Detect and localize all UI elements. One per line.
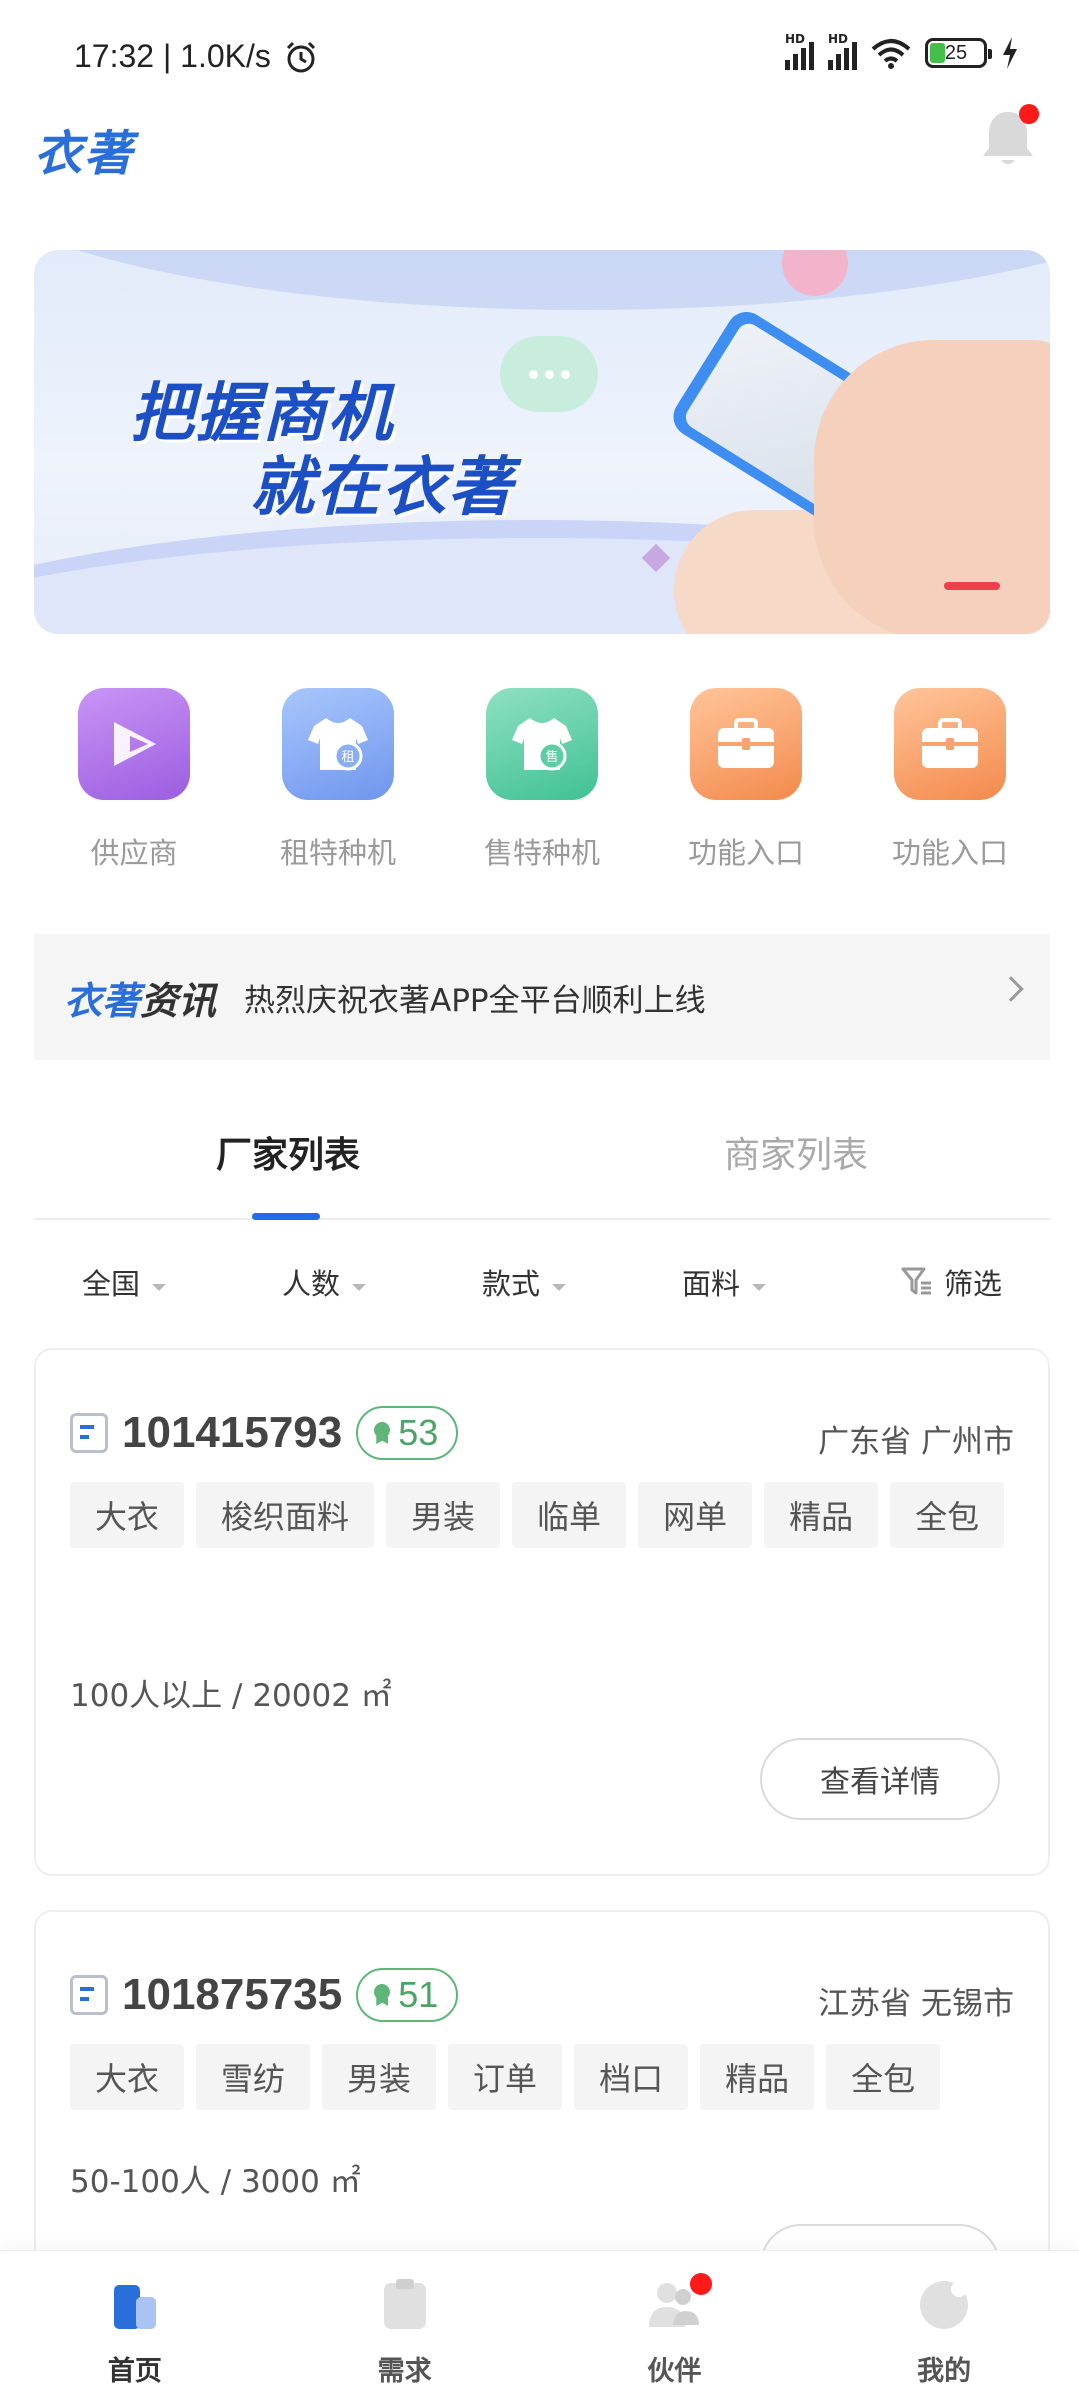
tag: 梭织面料 xyxy=(196,1482,375,1548)
battery-icon: 25 xyxy=(925,38,992,68)
chat-bubble-icon xyxy=(500,336,598,412)
briefcase-icon xyxy=(894,688,1006,800)
factory-card[interactable]: 101415793 53 广东省 广州市 大衣 梭织面料 男装 临单 网单 精品… xyxy=(34,1348,1050,1876)
notification-dot xyxy=(689,2273,712,2295)
home-icon xyxy=(106,2275,164,2333)
document-icon xyxy=(70,1413,108,1453)
tab-merchant-list[interactable]: 商家列表 xyxy=(542,1090,1050,1218)
nav-partner[interactable]: 伙伴 xyxy=(540,2251,810,2399)
tag: 大衣 xyxy=(70,2044,185,2110)
news-brand: 衣著资讯 xyxy=(64,978,217,1023)
tag-list: 大衣 雪纺 男装 订单 档口 精品 全包 xyxy=(70,2044,1010,2110)
profile-icon xyxy=(915,2275,973,2333)
tag: 雪纺 xyxy=(196,2044,311,2110)
shirt-sale-icon: 售 xyxy=(486,688,598,800)
news-ticker[interactable]: 衣著资讯 热烈庆祝衣著APP全平台顺利上线 xyxy=(34,934,1050,1060)
play-icon xyxy=(78,688,190,800)
wifi-icon xyxy=(871,39,911,69)
score-badge: 53 xyxy=(356,1406,459,1460)
tag: 全包 xyxy=(826,2044,941,2110)
status-time: 17:32 | 1.0K/s xyxy=(74,38,271,74)
filter-region[interactable]: 全国 xyxy=(34,1261,234,1303)
tag-list: 大衣 梭织面料 男装 临单 网单 精品 全包 xyxy=(70,1482,1010,1548)
promo-banner[interactable]: 把握商机 就在衣著 xyxy=(34,250,1050,634)
tag: 订单 xyxy=(448,2044,563,2110)
caret-down-icon xyxy=(152,1283,167,1291)
status-bar: 17:32 | 1.0K/s HD HD 25 xyxy=(0,0,1079,100)
filter-style[interactable]: 款式 xyxy=(434,1261,634,1303)
funnel-icon xyxy=(901,1267,931,1295)
notification-dot xyxy=(1019,104,1039,124)
quick-item-rent-machine[interactable]: 租 租特种机 xyxy=(238,688,438,888)
tag: 档口 xyxy=(574,2044,689,2110)
caret-down-icon xyxy=(352,1283,367,1291)
nav-profile[interactable]: 我的 xyxy=(809,2251,1079,2399)
score-badge: 51 xyxy=(356,1968,459,2022)
factory-id: 101875735 xyxy=(122,1970,343,2019)
svg-text:售: 售 xyxy=(545,749,558,765)
shirt-rent-icon: 租 xyxy=(282,688,394,800)
tag: 男装 xyxy=(322,2044,437,2110)
filter-bar: 全国 人数 款式 面料 筛选 xyxy=(34,1246,1050,1318)
tab-factory-list[interactable]: 厂家列表 xyxy=(34,1090,542,1220)
tag: 网单 xyxy=(638,1482,753,1548)
banner-title-line2: 就在衣著 xyxy=(250,451,514,525)
tag: 大衣 xyxy=(70,1482,185,1548)
news-headline: 热烈庆祝衣著APP全平台顺利上线 xyxy=(244,982,706,1019)
nav-demand[interactable]: 需求 xyxy=(270,2251,540,2399)
tag: 全包 xyxy=(890,1482,1005,1548)
quick-item-function-2[interactable]: 功能入口 xyxy=(850,688,1050,888)
factory-info: 50-100人 / 3000 ㎡ xyxy=(70,2164,361,2200)
document-icon xyxy=(70,1975,108,2015)
charging-icon xyxy=(1003,37,1017,69)
quick-item-function-1[interactable]: 功能入口 xyxy=(646,688,846,888)
quick-item-sell-machine[interactable]: 售 售特种机 xyxy=(442,688,642,888)
view-details-button[interactable]: 查看详情 xyxy=(760,1738,1000,1820)
caret-down-icon xyxy=(752,1283,767,1291)
factory-location: 江苏省 无锡市 xyxy=(818,1986,1014,2022)
svg-text:租: 租 xyxy=(341,750,354,765)
tag: 男装 xyxy=(386,1482,501,1548)
tag: 精品 xyxy=(700,2044,815,2110)
factory-id: 101415793 xyxy=(122,1408,343,1457)
app-logo: 衣著 xyxy=(34,126,135,182)
list-tabs: 厂家列表 商家列表 xyxy=(34,1090,1050,1220)
medal-icon xyxy=(372,1984,392,2006)
filter-fabric[interactable]: 面料 xyxy=(634,1261,834,1303)
bottom-nav: 首页 需求 伙伴 我的 xyxy=(0,2250,1079,2399)
quick-actions: 供应商 租 租特种机 售 售特种机 功能入口 功能入口 xyxy=(34,688,1050,888)
factory-info: 100人以上 / 20002 ㎡ xyxy=(70,1678,392,1714)
signal-icon: HD xyxy=(785,32,814,70)
bell-icon[interactable] xyxy=(973,104,1043,174)
filter-screen-button[interactable]: 筛选 xyxy=(900,1261,1002,1303)
tag: 精品 xyxy=(764,1482,879,1548)
briefcase-icon xyxy=(690,688,802,800)
chevron-right-icon xyxy=(998,976,1024,1002)
medal-icon xyxy=(372,1422,392,1444)
nav-home[interactable]: 首页 xyxy=(0,2251,270,2399)
tag: 临单 xyxy=(512,1482,627,1548)
caret-down-icon xyxy=(552,1283,567,1291)
factory-location: 广东省 广州市 xyxy=(818,1424,1014,1460)
alarm-icon xyxy=(286,41,316,73)
quick-item-supplier[interactable]: 供应商 xyxy=(34,688,234,888)
clipboard-icon xyxy=(376,2275,434,2333)
banner-indicator[interactable] xyxy=(944,582,1000,590)
app-header: 衣著 xyxy=(0,100,1079,220)
filter-headcount[interactable]: 人数 xyxy=(234,1261,434,1303)
signal-icon: HD xyxy=(828,32,857,70)
